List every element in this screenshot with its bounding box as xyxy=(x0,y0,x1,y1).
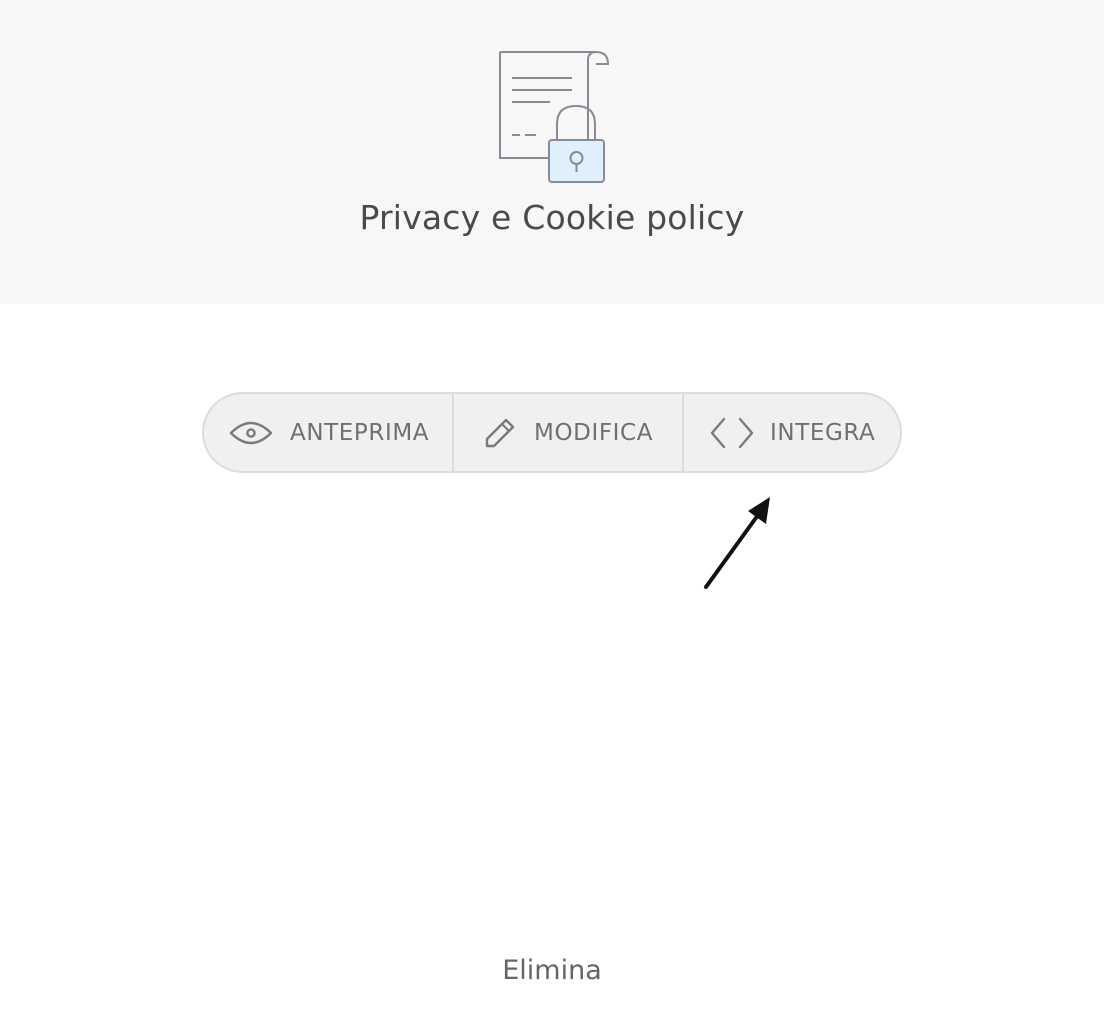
code-icon xyxy=(710,417,754,448)
delete-button[interactable]: Elimina xyxy=(0,955,1104,986)
eye-icon xyxy=(229,421,273,444)
document-lock-icon xyxy=(499,51,610,183)
arrow-icon xyxy=(704,497,770,589)
embed-label: INTEGRA xyxy=(770,419,876,446)
edit-label: MODIFICA xyxy=(534,419,654,446)
preview-button[interactable]: ANTEPRIMA xyxy=(204,394,452,471)
edit-button[interactable]: MODIFICA xyxy=(452,394,682,471)
pencil-icon xyxy=(485,418,515,447)
header: Privacy e Cookie policy xyxy=(0,0,1104,304)
embed-button[interactable]: INTEGRA xyxy=(682,394,900,471)
action-segmented-control: ANTEPRIMA MODIFICA INTEGRA xyxy=(202,392,902,473)
page-title: Privacy e Cookie policy xyxy=(359,198,745,237)
preview-label: ANTEPRIMA xyxy=(290,419,430,446)
